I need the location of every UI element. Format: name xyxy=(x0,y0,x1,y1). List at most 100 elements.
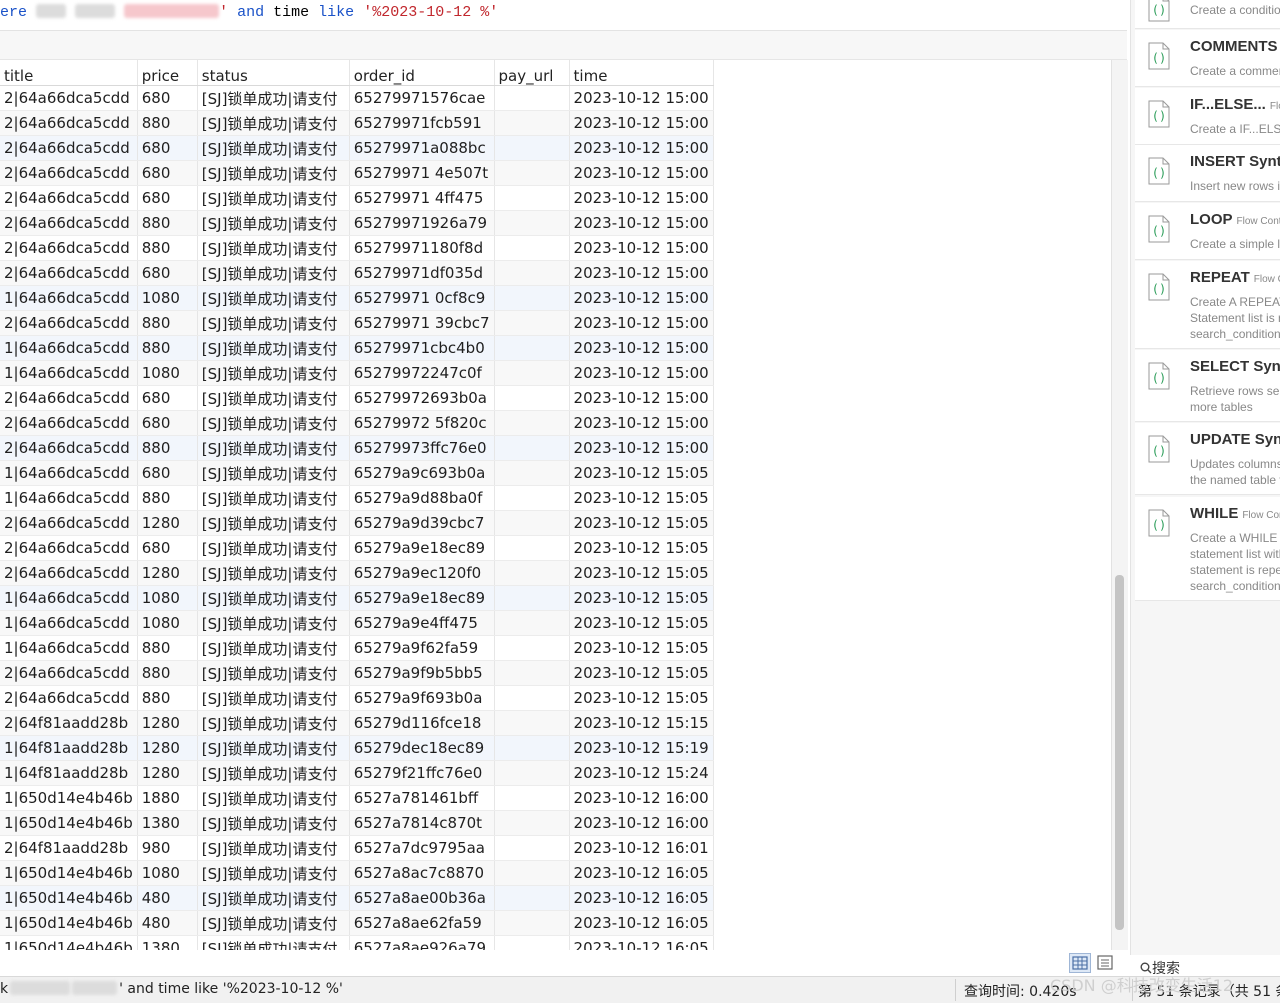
table-row[interactable]: 2|64a66dca5cdd 680 [SJ]锁单成功|请支付 65279971df0… xyxy=(0,260,714,286)
cell-time[interactable]: 2023-10-12 15:24 xyxy=(569,760,714,786)
cell-status[interactable]: [SJ]锁单成功|请支付 xyxy=(197,235,350,261)
cell-title[interactable]: 1|64a66dca5cdd xyxy=(0,635,138,661)
snippet-panel[interactable]: () Create a condition () COMMENTS Create a c… xyxy=(1130,0,1280,955)
cell-pay-url[interactable] xyxy=(494,335,570,361)
cell-status[interactable]: [SJ]锁单成功|请支付 xyxy=(197,260,350,286)
snippet-item[interactable]: () LOOP Flow Cont Create a simple lo xyxy=(1135,203,1280,260)
cell-price[interactable]: 880 xyxy=(137,635,198,661)
cell-status[interactable]: [SJ]锁单成功|请支付 xyxy=(197,785,350,811)
cell-time[interactable]: 2023-10-12 15:00 xyxy=(569,210,714,236)
table-row[interactable]: 2|64a66dca5cdd 680 [SJ]锁单成功|请支付 65279972693… xyxy=(0,385,714,411)
cell-status[interactable]: [SJ]锁单成功|请支付 xyxy=(197,160,350,186)
cell-time[interactable]: 2023-10-12 15:00 xyxy=(569,335,714,361)
cell-title[interactable]: 2|64f81aadd28b xyxy=(0,710,138,736)
cell-order-id[interactable]: 65279971576cae xyxy=(349,85,495,111)
cell-title[interactable]: 2|64a66dca5cdd xyxy=(0,435,138,461)
cell-price[interactable]: 480 xyxy=(137,910,198,936)
cell-order-id[interactable]: 65279971 0cf8c9 xyxy=(349,285,495,311)
cell-title[interactable]: 2|64a66dca5cdd xyxy=(0,185,138,211)
cell-title[interactable]: 1|64a66dca5cdd xyxy=(0,360,138,386)
cell-order-id[interactable]: 65279971926a79 xyxy=(349,210,495,236)
table-row[interactable]: 2|64a66dca5cdd 680 [SJ]锁单成功|请支付 65279971576… xyxy=(0,85,714,111)
table-row[interactable]: 1|64a66dca5cdd 880 [SJ]锁单成功|请支付 65279971cbc… xyxy=(0,335,714,361)
cell-price[interactable]: 680 xyxy=(137,160,198,186)
cell-price[interactable]: 1280 xyxy=(137,710,198,736)
cell-pay-url[interactable] xyxy=(494,810,570,836)
cell-price[interactable]: 1080 xyxy=(137,285,198,311)
cell-time[interactable]: 2023-10-12 15:05 xyxy=(569,660,714,686)
cell-time[interactable]: 2023-10-12 15:00 xyxy=(569,85,714,111)
cell-order-id[interactable]: 65279a9ec120f0 xyxy=(349,560,495,586)
cell-time[interactable]: 2023-10-12 16:05 xyxy=(569,910,714,936)
cell-status[interactable]: [SJ]锁单成功|请支付 xyxy=(197,760,350,786)
cell-time[interactable]: 2023-10-12 15:05 xyxy=(569,585,714,611)
cell-status[interactable]: [SJ]锁单成功|请支付 xyxy=(197,835,350,861)
cell-time[interactable]: 2023-10-12 15:05 xyxy=(569,610,714,636)
cell-time[interactable]: 2023-10-12 15:05 xyxy=(569,685,714,711)
cell-price[interactable]: 1080 xyxy=(137,360,198,386)
table-row[interactable]: 2|64a66dca5cdd 880 [SJ]锁单成功|请支付 65279971fcb… xyxy=(0,110,714,136)
cell-status[interactable]: [SJ]锁单成功|请支付 xyxy=(197,685,350,711)
cell-title[interactable]: 1|64a66dca5cdd xyxy=(0,335,138,361)
cell-title[interactable]: 2|64a66dca5cdd xyxy=(0,135,138,161)
cell-price[interactable]: 1380 xyxy=(137,935,198,950)
snippet-item[interactable]: () SELECT Synta Retrieve rows sele more tab… xyxy=(1135,350,1280,422)
cell-price[interactable]: 1080 xyxy=(137,860,198,886)
cell-price[interactable]: 1380 xyxy=(137,810,198,836)
cell-order-id[interactable]: 6527a7dc9795aa xyxy=(349,835,495,861)
column-header-order-id[interactable]: order_id xyxy=(349,60,495,86)
cell-time[interactable]: 2023-10-12 15:00 xyxy=(569,385,714,411)
cell-title[interactable]: 2|64a66dca5cdd xyxy=(0,510,138,536)
table-row[interactable]: 1|64a66dca5cdd 1080 [SJ]锁单成功|请支付 65279a9e18… xyxy=(0,585,714,611)
cell-price[interactable]: 1280 xyxy=(137,735,198,761)
cell-time[interactable]: 2023-10-12 15:00 xyxy=(569,310,714,336)
scrollbar-thumb[interactable] xyxy=(1115,575,1124,930)
table-row[interactable]: 1|64a66dca5cdd 880 [SJ]锁单成功|请支付 65279a9f62f… xyxy=(0,635,714,661)
cell-price[interactable]: 1080 xyxy=(137,610,198,636)
cell-order-id[interactable]: 65279a9f62fa59 xyxy=(349,635,495,661)
cell-order-id[interactable]: 65279a9e18ec89 xyxy=(349,585,495,611)
cell-order-id[interactable]: 65279a9d39cbc7 xyxy=(349,510,495,536)
cell-pay-url[interactable] xyxy=(494,685,570,711)
cell-price[interactable]: 680 xyxy=(137,460,198,486)
cell-order-id[interactable]: 6527a7814c870t xyxy=(349,810,495,836)
cell-price[interactable]: 1280 xyxy=(137,760,198,786)
cell-price[interactable]: 680 xyxy=(137,410,198,436)
cell-time[interactable]: 2023-10-12 15:00 xyxy=(569,135,714,161)
cell-time[interactable]: 2023-10-12 15:00 xyxy=(569,110,714,136)
table-row[interactable]: 2|64a66dca5cdd 680 [SJ]锁单成功|请支付 65279a9e18e… xyxy=(0,535,714,561)
cell-status[interactable]: [SJ]锁单成功|请支付 xyxy=(197,610,350,636)
cell-title[interactable]: 2|64a66dca5cdd xyxy=(0,235,138,261)
cell-pay-url[interactable] xyxy=(494,385,570,411)
cell-pay-url[interactable] xyxy=(494,710,570,736)
cell-order-id[interactable]: 65279d116fce18 xyxy=(349,710,495,736)
snippet-item[interactable]: () Create a condition xyxy=(1135,0,1280,29)
cell-time[interactable]: 2023-10-12 15:05 xyxy=(569,560,714,586)
cell-order-id[interactable]: 65279971180f8d xyxy=(349,235,495,261)
cell-order-id[interactable]: 65279971a088bc xyxy=(349,135,495,161)
cell-title[interactable]: 2|64a66dca5cdd xyxy=(0,535,138,561)
cell-time[interactable]: 2023-10-12 15:05 xyxy=(569,510,714,536)
snippet-item[interactable]: () COMMENTS Create a comment xyxy=(1135,30,1280,87)
cell-order-id[interactable]: 65279971 4e507t xyxy=(349,160,495,186)
cell-pay-url[interactable] xyxy=(494,260,570,286)
cell-pay-url[interactable] xyxy=(494,210,570,236)
snippet-item[interactable]: () INSERT Synta Insert new rows in xyxy=(1135,145,1280,202)
cell-price[interactable]: 1280 xyxy=(137,560,198,586)
cell-title[interactable]: 1|64a66dca5cdd xyxy=(0,485,138,511)
cell-status[interactable]: [SJ]锁单成功|请支付 xyxy=(197,860,350,886)
cell-price[interactable]: 680 xyxy=(137,135,198,161)
cell-order-id[interactable]: 6527a781461bff xyxy=(349,785,495,811)
cell-price[interactable]: 880 xyxy=(137,310,198,336)
table-row[interactable]: 2|64a66dca5cdd 1280 [SJ]锁单成功|请支付 65279a9d39… xyxy=(0,510,714,536)
cell-status[interactable]: [SJ]锁单成功|请支付 xyxy=(197,935,350,950)
cell-title[interactable]: 2|64a66dca5cdd xyxy=(0,685,138,711)
cell-order-id[interactable]: 65279f21ffc76e0 xyxy=(349,760,495,786)
cell-time[interactable]: 2023-10-12 15:00 xyxy=(569,285,714,311)
cell-pay-url[interactable] xyxy=(494,535,570,561)
cell-title[interactable]: 2|64a66dca5cdd xyxy=(0,560,138,586)
grid-view-button[interactable] xyxy=(1069,953,1091,973)
table-row[interactable]: 1|64a66dca5cdd 1080 [SJ]锁单成功|请支付 65279a9e4f… xyxy=(0,610,714,636)
table-row[interactable]: 1|650d14e4b46b 1380 [SJ]锁单成功|请支付 6527a8ae92… xyxy=(0,935,714,950)
cell-price[interactable]: 880 xyxy=(137,335,198,361)
